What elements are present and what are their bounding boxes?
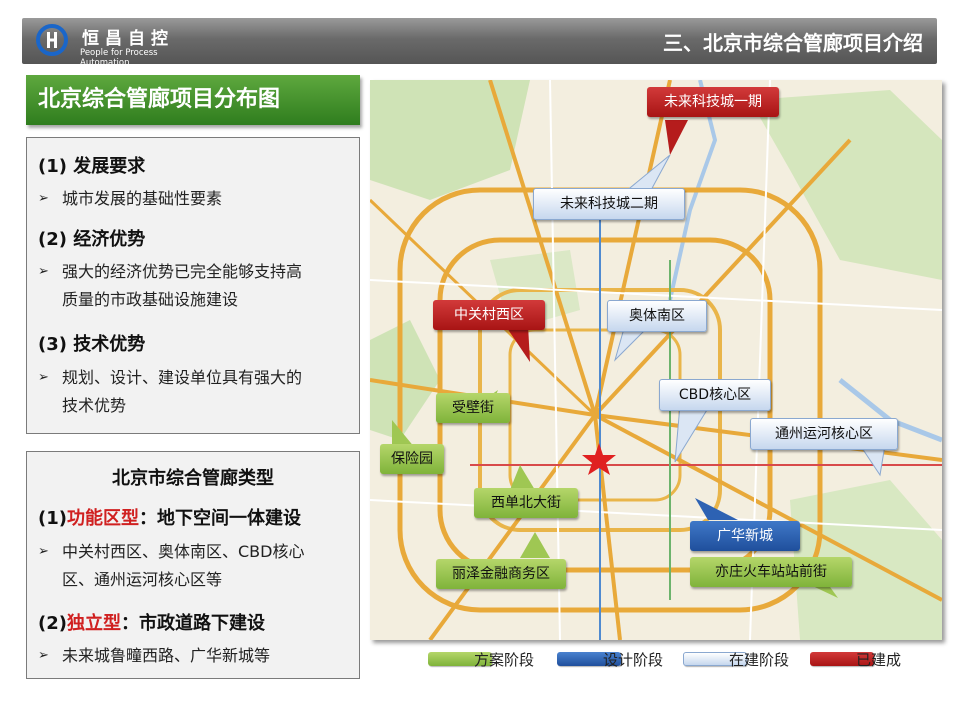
list-item: ➢ 中关村西区、奥体南区、CBD核心 区、通州运河核心区等	[38, 538, 304, 594]
arrow-bullet-icon: ➢	[38, 544, 49, 559]
legend-label-built: 已建成	[856, 651, 902, 669]
arrow-bullet-icon: ➢	[38, 648, 49, 663]
list-item: ➢ 规划、设计、建设单位具有强大的 技术优势	[38, 364, 302, 420]
types-panel: 北京市综合管廊类型 (1)功能区型：地下空间一体建设 ➢ 中关村西区、奥体南区、C…	[26, 451, 360, 679]
tag-olympic-south[interactable]: 奥体南区	[607, 300, 707, 332]
list-item: ➢ 城市发展的基础性要素	[38, 185, 222, 213]
beijing-map[interactable]: 未来科技城一期 未来科技城二期 中关村西区 奥体南区 CBD核心区 通州运河核心…	[370, 80, 942, 640]
heading-development: (1) 发展要求	[38, 156, 146, 177]
legend-label-construction: 在建阶段	[729, 651, 790, 669]
callout-tails	[392, 120, 886, 598]
tag-baoxian-garden[interactable]: 保险园	[380, 444, 444, 474]
tag-future-city-phase1[interactable]: 未来科技城一期	[647, 87, 779, 117]
company-tagline: People for Process Automation	[80, 48, 158, 68]
legend-label-plan: 方案阶段	[474, 651, 535, 669]
arrow-bullet-icon: ➢	[38, 264, 49, 279]
tag-future-city-phase2[interactable]: 未来科技城二期	[533, 188, 685, 220]
tag-tongzhou-canal[interactable]: 通州运河核心区	[750, 418, 898, 450]
legend-label-design: 设计阶段	[603, 651, 664, 669]
tag-guanghua-new-city[interactable]: 广华新城	[690, 521, 800, 551]
company-logo: 恒昌自控 People for Process Automation	[32, 20, 207, 68]
tag-shoubi-street[interactable]: 受壁街	[436, 393, 510, 423]
heading-economy: (2) 经济优势	[38, 229, 146, 250]
company-name: 恒昌自控	[82, 29, 174, 49]
tag-zhongguancun-west[interactable]: 中关村西区	[433, 300, 545, 330]
arrow-bullet-icon: ➢	[38, 370, 49, 385]
tag-lize-finance[interactable]: 丽泽金融商务区	[436, 559, 566, 589]
arrow-bullet-icon: ➢	[38, 191, 49, 206]
tag-xidan-north[interactable]: 西单北大街	[474, 488, 578, 518]
header-bar: 恒昌自控 People for Process Automation 三、北京市…	[22, 18, 937, 68]
tag-cbd-core[interactable]: CBD核心区	[659, 379, 771, 411]
logo-mark-icon	[36, 24, 68, 56]
types-title: 北京市综合管廊类型	[112, 468, 274, 489]
page-title: 北京综合管廊项目分布图	[26, 75, 360, 125]
type-functional: (1)功能区型：地下空间一体建设	[38, 508, 301, 529]
tag-yizhuang-station[interactable]: 亦庄火车站站前街	[690, 557, 852, 587]
list-item: ➢ 强大的经济优势已完全能够支持高 质量的市政基础设施建设	[38, 258, 302, 314]
heading-technology: (3) 技术优势	[38, 334, 146, 355]
type-independent: (2)独立型：市政道路下建设	[38, 613, 265, 634]
requirements-panel: (1) 发展要求 ➢ 城市发展的基础性要素 (2) 经济优势 ➢ 强大的经济优势已完…	[26, 137, 360, 434]
list-item: ➢ 未来城鲁疃西路、广华新城等	[38, 642, 270, 670]
section-title: 三、北京市综合管廊项目介绍	[663, 31, 923, 55]
